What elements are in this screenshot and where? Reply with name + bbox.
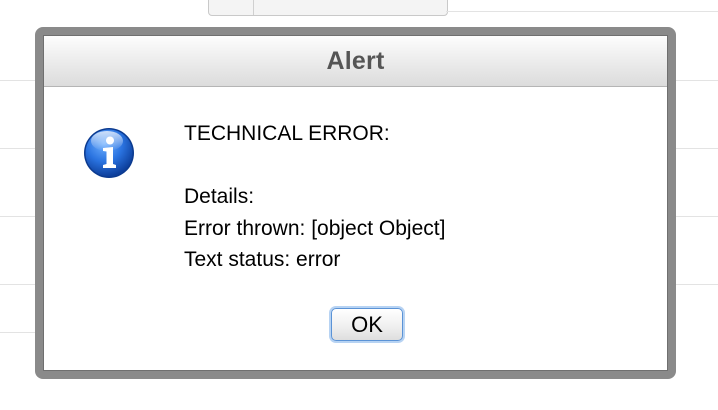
background-divider (676, 80, 718, 81)
dialog-title-bar[interactable]: Alert (44, 36, 667, 87)
message-line (184, 150, 445, 182)
message-line: Text status: error (184, 248, 341, 271)
message-line: Error thrown: [object Object] (184, 216, 446, 240)
background-control-divider (253, 0, 254, 15)
background-divider (0, 148, 36, 149)
message-line: Details: (184, 185, 255, 208)
background-divider (0, 216, 36, 217)
ok-button[interactable]: OK (331, 308, 403, 341)
alert-dialog: Alert TECHNICAL ERROR: Details: Error th… (43, 35, 668, 371)
background-divider (676, 148, 718, 149)
background-divider (0, 80, 36, 81)
alert-dialog-frame: Alert TECHNICAL ERROR: Details: Error th… (35, 27, 676, 379)
background-divider (676, 216, 718, 217)
background-divider (0, 332, 36, 333)
message-line: TECHNICAL ERROR: (184, 122, 390, 145)
background-divider (0, 284, 36, 285)
background-divider (446, 11, 718, 12)
dialog-message: TECHNICAL ERROR: Details: Error thrown: … (184, 118, 445, 276)
background-control (208, 0, 448, 16)
info-icon (84, 128, 134, 178)
dialog-title: Alert (326, 46, 385, 75)
background-divider (676, 284, 718, 285)
